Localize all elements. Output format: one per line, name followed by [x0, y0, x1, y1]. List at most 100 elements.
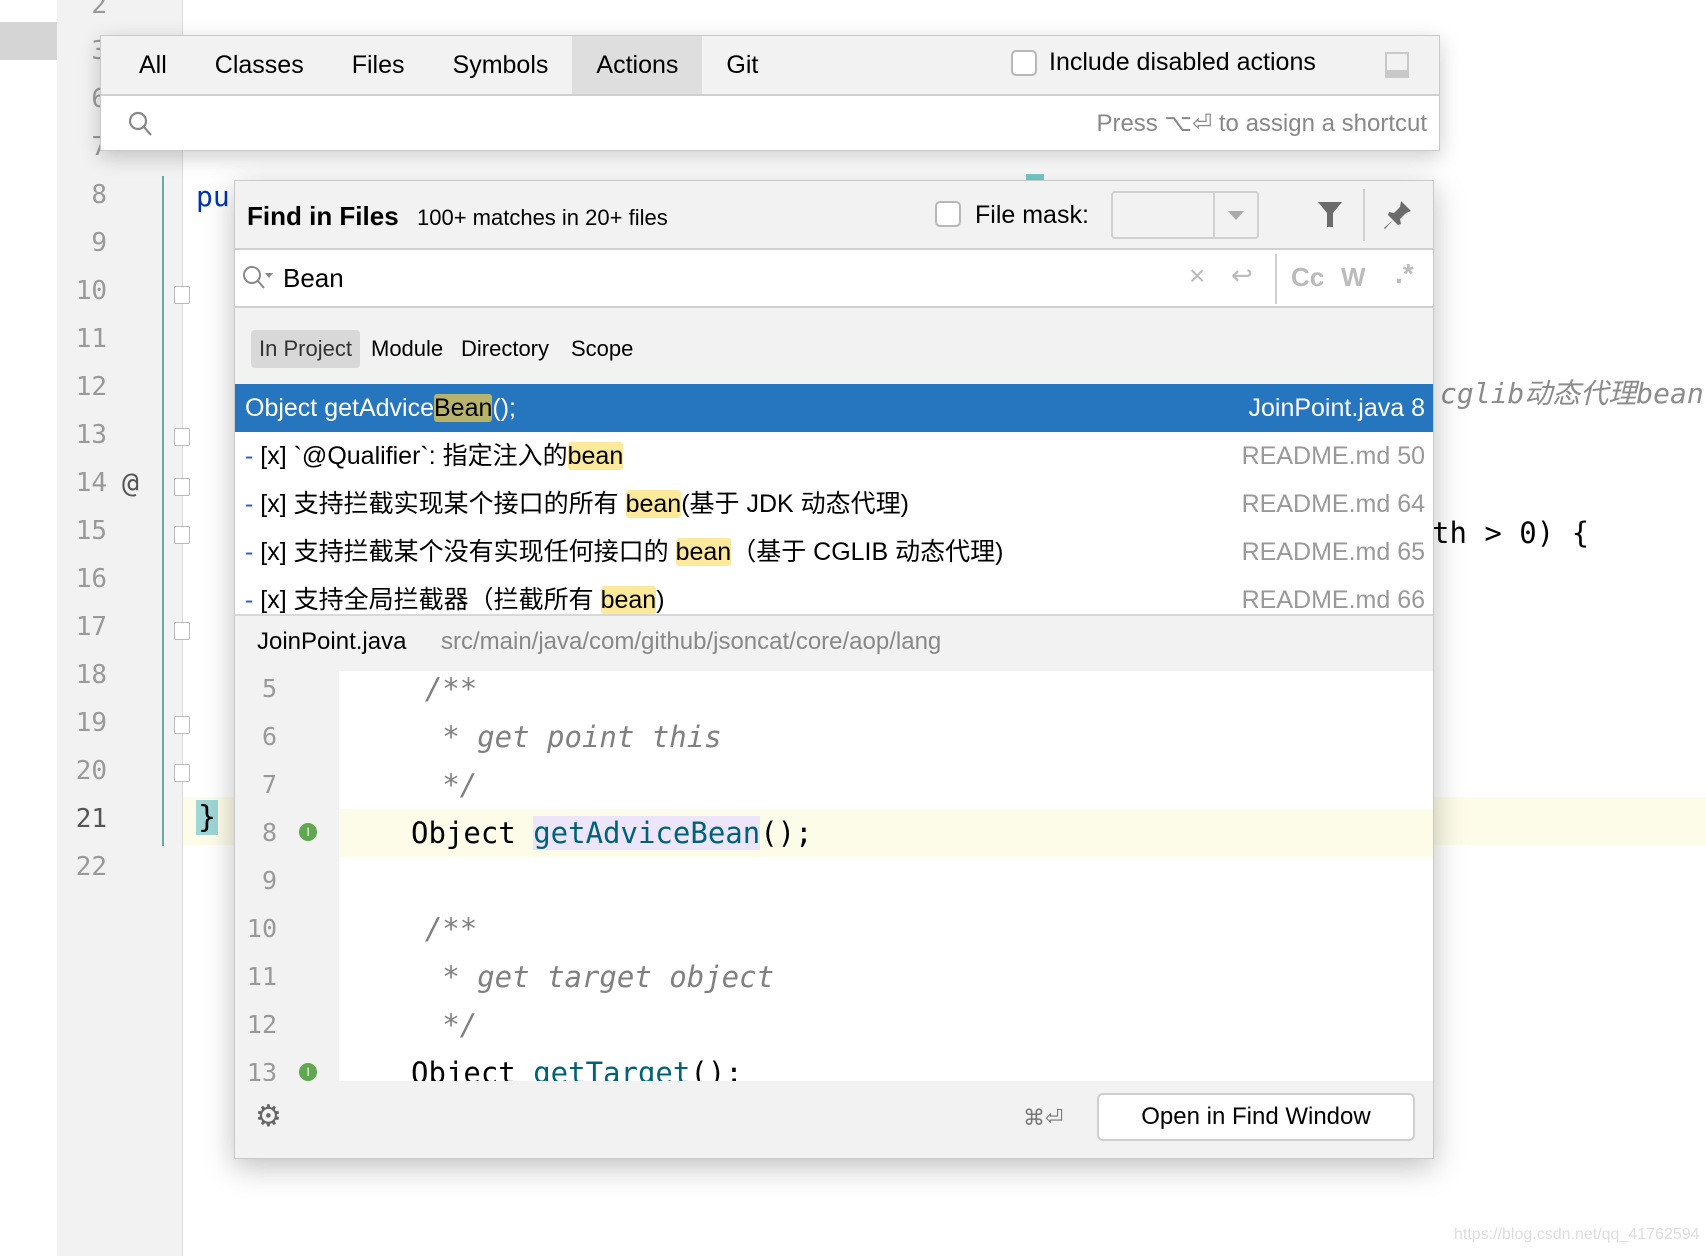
preview-code-line: Object getTarget();: [411, 1049, 743, 1081]
line-number: 2: [91, 0, 107, 20]
tab-classes[interactable]: Classes: [191, 36, 328, 94]
filter-icon[interactable]: [1317, 201, 1343, 229]
line-number: 19: [75, 708, 107, 738]
whole-words-toggle[interactable]: W: [1341, 262, 1366, 293]
fold-icon[interactable]: [174, 716, 190, 734]
shortcut-label: ⌘⏎: [1023, 1105, 1064, 1130]
result-row[interactable]: Object getAdviceBean(); JoinPoint.java 8: [235, 384, 1433, 432]
newline-icon[interactable]: ↩: [1231, 260, 1253, 291]
fold-icon[interactable]: [174, 286, 190, 304]
result-match: bean: [675, 538, 732, 566]
result-file: README.md 50: [1241, 442, 1425, 470]
preview-file-name: JoinPoint.java: [257, 628, 407, 655]
line-number: 12: [75, 372, 107, 402]
match-case-toggle[interactable]: Cc: [1291, 262, 1324, 293]
settings-icon[interactable]: ⚙: [255, 1099, 282, 1134]
scope-custom[interactable]: Scope: [571, 336, 633, 362]
pin-icon[interactable]: [1383, 199, 1413, 231]
find-in-files-header[interactable]: Find in Files 100+ matches in 20+ files …: [235, 181, 1433, 250]
file-mask-label: File mask:: [975, 201, 1089, 229]
find-search-bar: × ↩ Cc W .*: [235, 250, 1433, 308]
result-file: JoinPoint.java 8: [1248, 394, 1425, 422]
line-number: 11: [75, 324, 107, 354]
line-number: 22: [75, 852, 107, 882]
search-everywhere-input[interactable]: [165, 104, 965, 142]
fold-icon[interactable]: [174, 428, 190, 446]
result-row[interactable]: - [x] 支持全局拦截器（拦截所有 bean) README.md 66: [235, 576, 1433, 614]
project-panel-selection: [0, 22, 57, 60]
include-disabled-checkbox[interactable]: [1011, 49, 1037, 76]
code-comment: cglib动态代理bean: [1440, 377, 1704, 410]
implementation-gutter-icon[interactable]: I: [299, 823, 317, 841]
preview-line-number: 7: [261, 770, 277, 799]
code-condition: th > 0) {: [1432, 516, 1590, 550]
line-number: 15: [75, 516, 107, 546]
result-row[interactable]: - [x] 支持拦截实现某个接口的所有 bean(基于 JDK 动态代理) REA…: [235, 480, 1433, 528]
find-footer: ⚙ ⌘⏎ Open in Find Window: [235, 1081, 1433, 1160]
fold-icon[interactable]: [174, 526, 190, 544]
preview-toggle-icon[interactable]: [1385, 52, 1409, 78]
preview-line-number: 11: [246, 962, 277, 991]
result-text-pre: [x] `@Qualifier`: 指定注入的: [253, 442, 568, 470]
search-everywhere-popup: All Classes Files Symbols Actions Git In…: [100, 35, 1440, 151]
line-number: 8: [91, 180, 107, 210]
preview-code-line: Object getAdviceBean();: [411, 809, 813, 857]
result-text-pre: [x] 支持拦截某个没有实现任何接口的: [253, 538, 676, 566]
preview-path-bar: JoinPoint.java src/main/java/com/github/…: [235, 616, 1433, 671]
preview-code-line: */: [355, 1008, 478, 1042]
implementation-gutter-icon[interactable]: I: [299, 1063, 317, 1081]
result-text-post: ): [656, 586, 665, 614]
code-keyword: pu: [196, 180, 230, 213]
include-disabled-label[interactable]: Include disabled actions: [1049, 48, 1316, 77]
preview-line-number: 10: [246, 914, 277, 943]
result-row[interactable]: - [x] 支持拦截某个没有实现任何接口的 bean（基于 CGLIB 动态代理…: [235, 528, 1433, 576]
code-method: getTarget: [533, 1056, 691, 1081]
preview-code-line: /**: [355, 912, 478, 946]
scope-module[interactable]: Module: [371, 336, 443, 362]
preview-line-number: 12: [246, 1010, 277, 1039]
results-list: Object getAdviceBean(); JoinPoint.java 8 -…: [235, 384, 1433, 616]
regex-toggle[interactable]: .*: [1395, 258, 1414, 290]
line-number: 20: [75, 756, 107, 786]
shortcut-hint: Press ⌥⏎ to assign a shortcut: [1096, 110, 1427, 137]
line-number: 17: [75, 612, 107, 642]
fold-icon[interactable]: [174, 764, 190, 782]
preview-code-line: /**: [355, 672, 478, 706]
result-match: bean: [625, 490, 682, 518]
file-mask-dropdown[interactable]: [1111, 191, 1259, 239]
tab-symbols[interactable]: Symbols: [429, 36, 573, 94]
line-number: 13: [75, 420, 107, 450]
tab-all[interactable]: All: [115, 36, 191, 94]
clear-icon[interactable]: ×: [1189, 260, 1205, 292]
open-in-find-window-button[interactable]: Open in Find Window: [1097, 1093, 1415, 1141]
tab-git[interactable]: Git: [702, 36, 782, 94]
watermark: https://blog.csdn.net/qq_41762594: [1454, 1226, 1700, 1243]
result-row[interactable]: - [x] `@Qualifier`: 指定注入的bean README.md 5…: [235, 432, 1433, 480]
line-number: 16: [75, 564, 107, 594]
fold-icon[interactable]: [174, 622, 190, 640]
annotation-marker[interactable]: @: [122, 466, 139, 499]
result-file: README.md 65: [1241, 538, 1425, 566]
file-mask-checkbox[interactable]: [935, 201, 961, 227]
result-text-pre: Object getAdvice: [245, 394, 434, 422]
chevron-down-icon: [1228, 211, 1244, 220]
search-history-icon[interactable]: [241, 264, 275, 292]
code-type: Object: [411, 816, 534, 850]
popup-title: Find in Files: [247, 201, 399, 231]
fold-icon[interactable]: [174, 478, 190, 496]
preview-line-number: 6: [261, 722, 277, 751]
find-query-input[interactable]: [283, 259, 1083, 297]
result-match: bean: [600, 586, 657, 614]
scope-directory[interactable]: Directory: [461, 336, 549, 362]
result-text-pre: [x] 支持全局拦截器（拦截所有: [253, 586, 601, 614]
result-text-post: ();: [492, 394, 516, 422]
line-numbers: 23678910111213141516171819202122: [57, 0, 117, 1256]
code-method: getAdviceBean: [533, 816, 761, 850]
result-text-pre: [x] 支持拦截实现某个接口的所有: [253, 490, 626, 518]
preview-code-line: */: [355, 768, 478, 802]
code-type: Object: [411, 1056, 534, 1081]
tab-files[interactable]: Files: [328, 36, 429, 94]
scope-in-project[interactable]: In Project: [251, 330, 360, 368]
tab-actions[interactable]: Actions: [572, 36, 703, 94]
block-guide: [162, 176, 164, 846]
